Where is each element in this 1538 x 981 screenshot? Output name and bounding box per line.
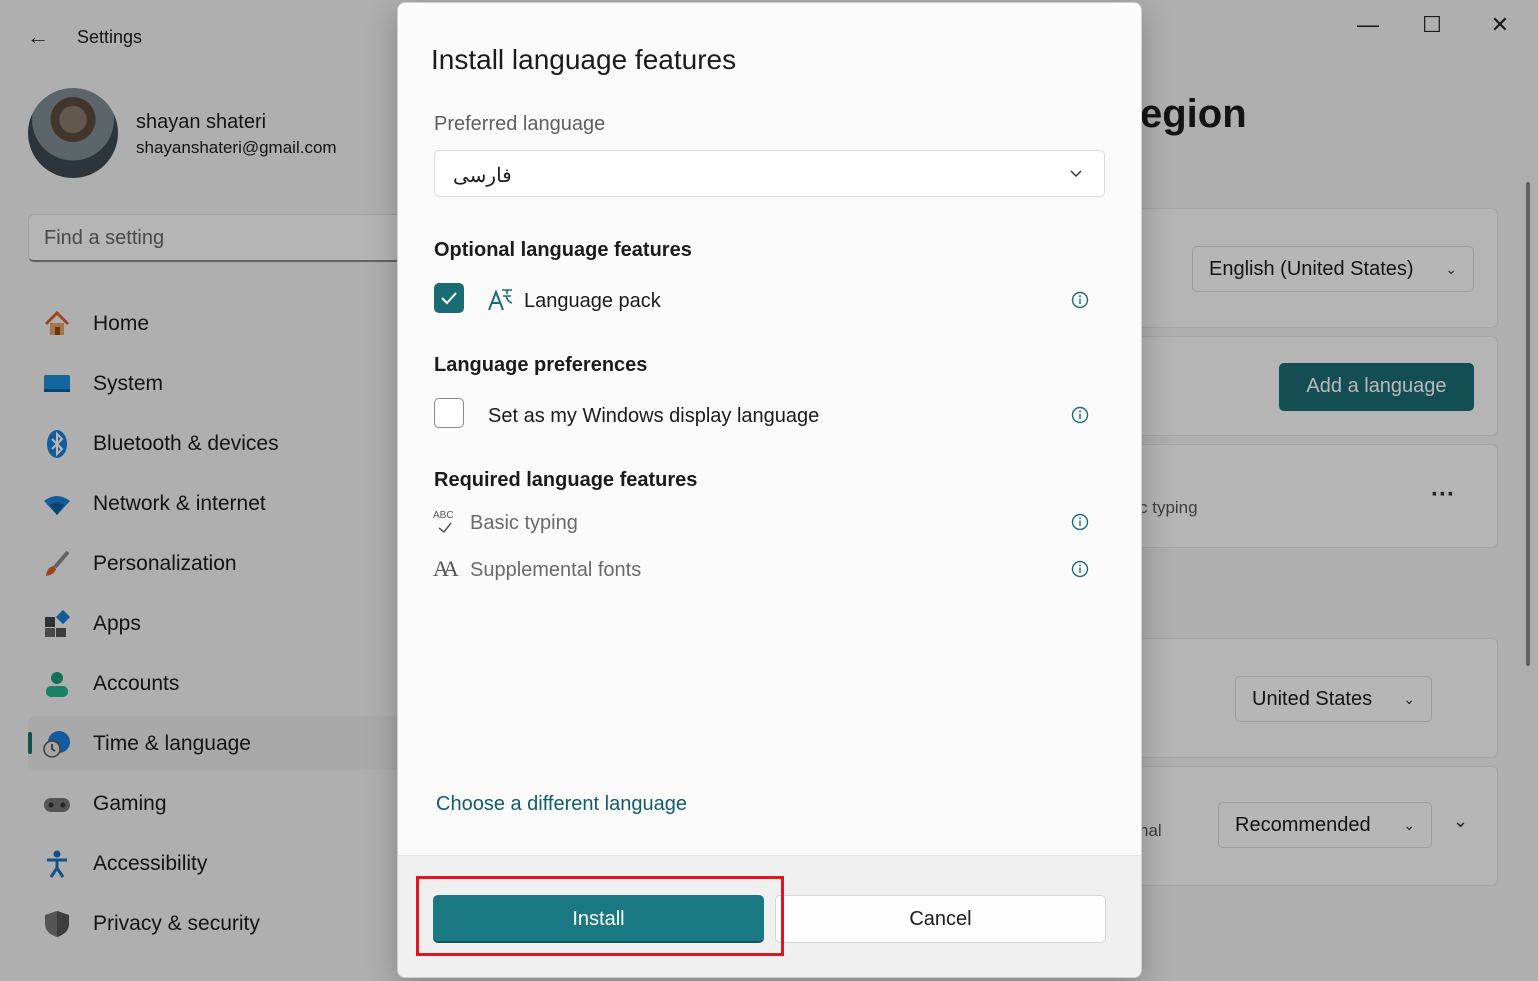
info-icon[interactable] [1071, 560, 1089, 578]
info-icon[interactable] [1071, 513, 1089, 531]
language-preferences-heading: Language preferences [434, 354, 648, 376]
info-icon[interactable] [1071, 291, 1089, 309]
display-language-label: Set as my Windows display language [488, 405, 820, 427]
basic-typing-icon: ABC [433, 509, 461, 537]
preferred-language-label: Preferred language [434, 113, 606, 135]
language-pack-checkbox[interactable] [434, 283, 464, 313]
language-pack-label: Language pack [524, 290, 661, 312]
choose-different-language-link[interactable]: Choose a different language [436, 793, 687, 816]
install-language-dialog: Install language features Preferred lang… [397, 2, 1142, 978]
chevron-down-icon [1070, 170, 1082, 178]
supplemental-fonts-icon: AA [433, 556, 461, 584]
display-language-checkbox[interactable] [434, 398, 464, 428]
fonts-icon-text: AA [433, 556, 459, 581]
preferred-language-dropdown[interactable]: فارسی [434, 150, 1105, 197]
info-icon[interactable] [1071, 406, 1089, 424]
preferred-language-value: فارسی [453, 165, 512, 187]
basic-typing-label: Basic typing [470, 512, 578, 534]
supplemental-fonts-label: Supplemental fonts [470, 559, 642, 581]
optional-features-heading: Optional language features [434, 239, 692, 261]
checkmark-icon [441, 292, 457, 305]
dialog-title: Install language features [431, 44, 737, 75]
cancel-button[interactable]: Cancel [775, 895, 1106, 943]
highlight-annotation-box [416, 876, 784, 956]
language-pack-icon [488, 289, 513, 311]
required-features-heading: Required language features [434, 469, 698, 491]
check-mark-glyph-icon [438, 522, 452, 534]
